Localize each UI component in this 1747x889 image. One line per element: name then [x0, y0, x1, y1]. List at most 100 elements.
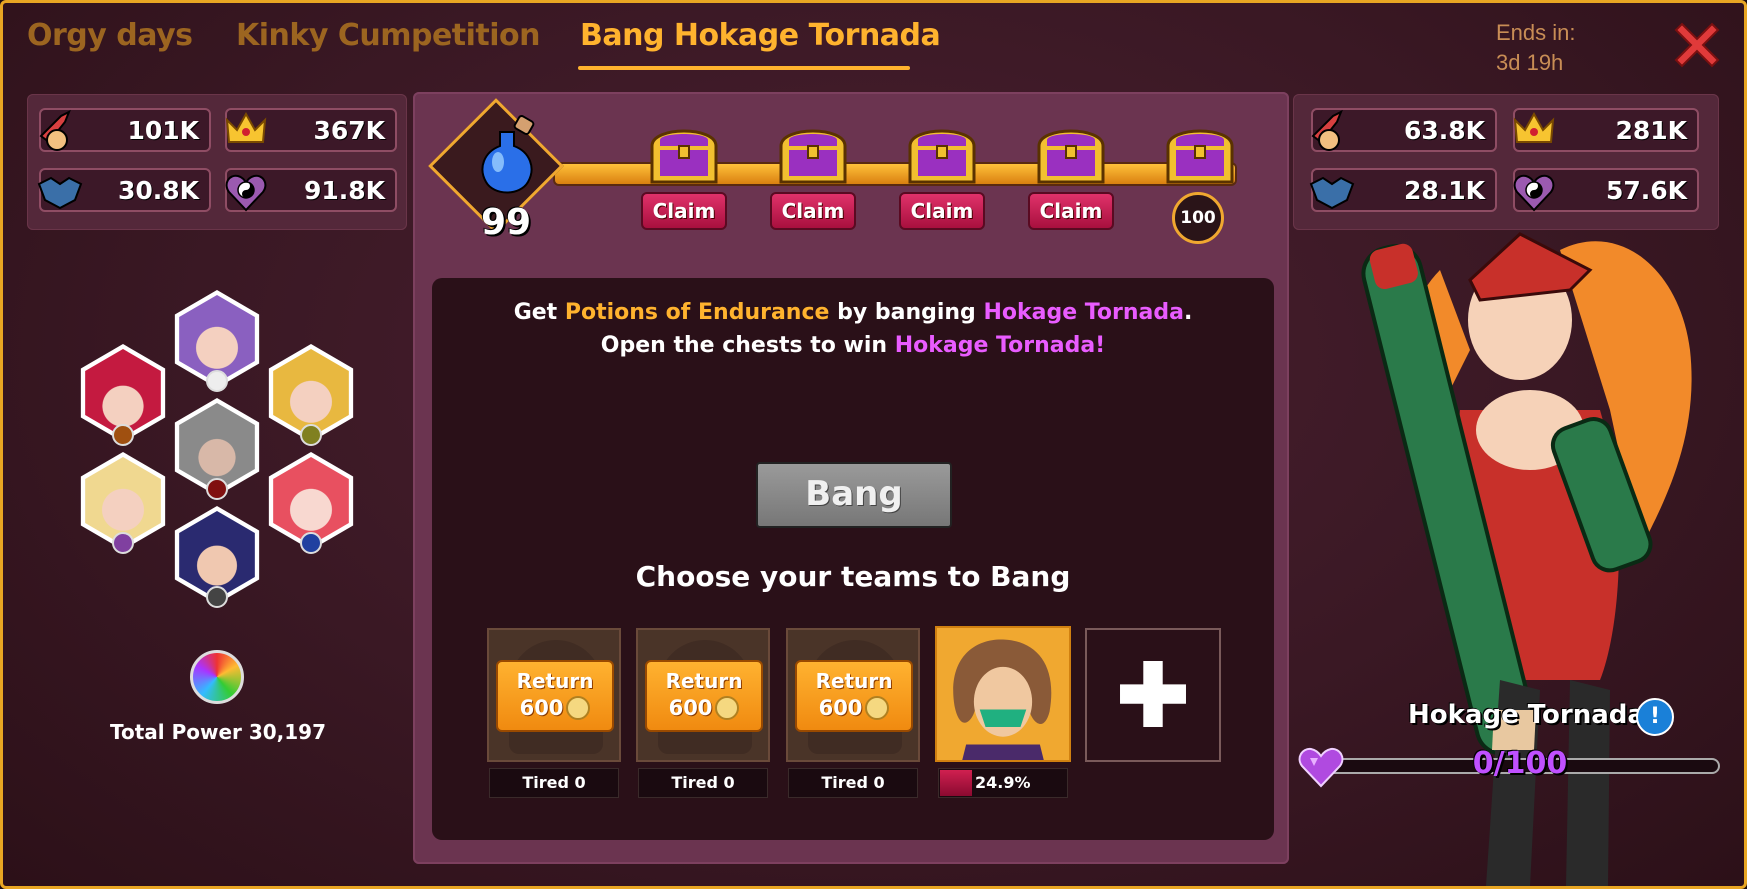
crown-icon [225, 111, 267, 143]
coin-icon [715, 696, 740, 720]
claim-button-3[interactable]: Claim [899, 192, 985, 230]
cost-value: 600 [818, 696, 863, 720]
harmony-icon [1513, 174, 1555, 212]
defense-icon [1309, 176, 1355, 210]
chest-icon[interactable] [775, 118, 851, 188]
hardcore-icon [1311, 109, 1343, 151]
harmony-icon [225, 174, 267, 212]
team-girl-red[interactable] [74, 344, 172, 446]
active-tab-underline [578, 66, 910, 70]
player-harmony-stat: 91.8K [225, 168, 397, 212]
boss-ego-value: 281K [1615, 116, 1687, 145]
claim-button-1[interactable]: Claim [641, 192, 727, 230]
boss-name: Hokage Tornada [1408, 700, 1645, 730]
team-slot-2[interactable]: Return 600 [636, 628, 770, 762]
plus-icon [1120, 661, 1186, 728]
tab-orgy-days[interactable]: Orgy days [27, 18, 193, 53]
team-girl-purple[interactable] [168, 290, 266, 392]
tired-status: Tired 0 [638, 768, 768, 798]
ends-in-timer: Ends in: 3d 19h [1496, 18, 1576, 78]
chest-icon[interactable] [1033, 118, 1109, 188]
final-threshold-badge: 100 [1172, 192, 1224, 244]
player-stats-panel: 101K 367K 30.8K 91.8K [27, 94, 407, 230]
return-button[interactable]: Return 600 [496, 660, 614, 732]
boss-hardcore-stat: 63.8K [1311, 108, 1497, 152]
cost-value: 600 [519, 696, 564, 720]
boss-defense-value: 28.1K [1403, 176, 1485, 205]
boss-defense-stat: 28.1K [1309, 168, 1497, 212]
close-icon[interactable] [1668, 16, 1726, 74]
team-hp-bar: 24.9% [938, 768, 1068, 798]
tired-status: Tired 0 [788, 768, 918, 798]
desc-potion-name: Potions of Endurance [564, 300, 830, 325]
boss-harmony-stat: 57.6K [1513, 168, 1699, 212]
return-cost: 600 [647, 694, 761, 722]
claim-button-2[interactable]: Claim [770, 192, 856, 230]
bang-button[interactable]: Bang [756, 462, 952, 528]
active-team-slot[interactable] [935, 626, 1071, 762]
final-chest-icon[interactable] [1162, 118, 1238, 188]
team-girl-light-blonde[interactable] [74, 452, 172, 554]
return-button[interactable]: Return 600 [645, 660, 763, 732]
team-slot-1[interactable]: Return 600 [487, 628, 621, 762]
player-ego-value: 367K [313, 116, 385, 145]
add-team-button[interactable] [1085, 628, 1221, 762]
return-label: Return [665, 669, 743, 693]
player-defense-stat: 30.8K [37, 168, 211, 212]
return-button[interactable]: Return 600 [795, 660, 913, 732]
tab-kinky-cumpetition[interactable]: Kinky Cumpetition [236, 18, 541, 53]
boss-character-art [1361, 232, 1692, 886]
desc-text: Get [513, 300, 565, 325]
boss-hardcore-value: 63.8K [1403, 116, 1485, 145]
player-hardcore-stat: 101K [39, 108, 211, 152]
chest-icon[interactable] [646, 118, 722, 188]
desc-boss-name: Hokage Tornada [983, 300, 1184, 325]
chest-icon[interactable] [904, 118, 980, 188]
total-power: Total Power 30,197 [109, 720, 327, 744]
choose-teams-label: Choose your teams to Bang [635, 560, 1071, 593]
rainbow-orb-icon [190, 650, 244, 704]
team-slot-3[interactable]: Return 600 [786, 628, 920, 762]
desc-boss-name: Hokage Tornada! [894, 333, 1106, 358]
tired-status: Tired 0 [489, 768, 619, 798]
cost-value: 600 [668, 696, 713, 720]
team-leader-portrait [953, 639, 1052, 760]
team-girl-pink[interactable] [262, 452, 360, 554]
team-girl-blonde[interactable] [262, 344, 360, 446]
return-cost: 600 [797, 694, 911, 722]
element-icon [206, 370, 228, 392]
element-icon [112, 424, 134, 446]
coin-icon [865, 696, 890, 720]
hp-percent: 24.9% [975, 773, 1031, 792]
boss-ego-stat: 281K [1513, 108, 1699, 152]
event-description: Get Potions of Endurance by banging Hoka… [480, 296, 1226, 362]
element-icon [112, 532, 134, 554]
hp-fill [940, 770, 972, 796]
player-hardcore-value: 101K [127, 116, 199, 145]
coin-icon [566, 696, 591, 720]
tab-bang-hokage-tornada[interactable]: Bang Hokage Tornada [580, 18, 941, 53]
player-harmony-value: 91.8K [303, 176, 385, 205]
ends-in-value: 3d 19h [1496, 50, 1564, 75]
element-icon [300, 424, 322, 446]
team-girl-navy[interactable] [168, 506, 266, 608]
claim-button-4[interactable]: Claim [1028, 192, 1114, 230]
desc-text: by banging [829, 300, 984, 325]
potion-count: 99 [480, 202, 532, 243]
crown-icon [1513, 111, 1555, 143]
element-icon [206, 478, 228, 500]
return-cost: 600 [498, 694, 612, 722]
team-girl-hooded[interactable] [168, 398, 266, 500]
defense-icon [37, 176, 83, 210]
player-defense-value: 30.8K [117, 176, 199, 205]
boss-harmony-value: 57.6K [1605, 176, 1687, 205]
player-ego-stat: 367K [225, 108, 397, 152]
return-label: Return [815, 669, 893, 693]
heart-gem-icon [1298, 747, 1344, 788]
potion-icon [481, 115, 535, 194]
element-icon [300, 532, 322, 554]
affection-value: 0/100 [1472, 746, 1568, 781]
hardcore-icon [39, 109, 71, 151]
info-icon[interactable]: ! [1636, 698, 1674, 736]
element-icon [206, 586, 228, 608]
